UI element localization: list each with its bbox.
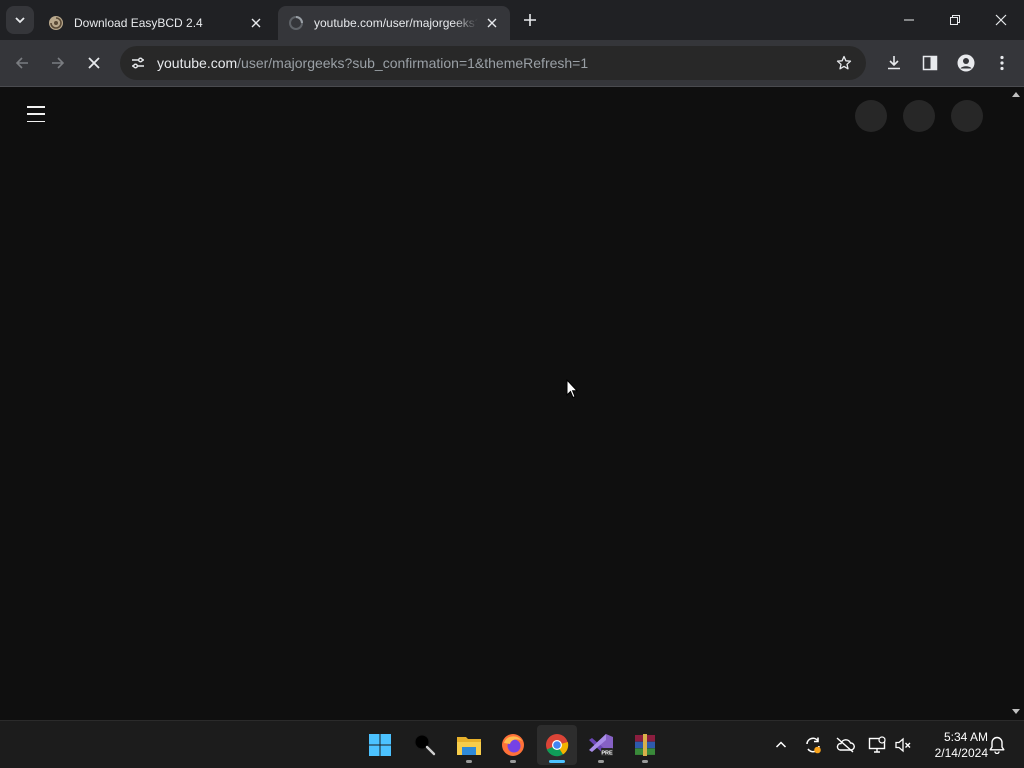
header-skeleton-circle <box>951 100 983 132</box>
profile-avatar-icon <box>957 54 975 72</box>
running-indicator <box>466 760 472 763</box>
chevron-up-icon <box>775 741 787 748</box>
clock-time: 5:34 AM <box>943 730 988 744</box>
back-button[interactable] <box>8 49 36 77</box>
download-icon <box>888 56 900 70</box>
stop-x-icon <box>88 57 100 69</box>
new-tab-button[interactable] <box>518 8 542 32</box>
mouse-pointer-icon <box>566 379 578 399</box>
browser-toolbar: youtube.com/user/majorgeeks?sub_confirma… <box>0 40 1024 87</box>
address-bar[interactable]: youtube.com/user/majorgeeks?sub_confirma… <box>120 46 866 80</box>
hamburger-line <box>27 106 45 108</box>
tray-volume[interactable] <box>891 733 915 757</box>
tab-title: Download EasyBCD 2.4 <box>74 16 203 30</box>
taskbar-winrar[interactable] <box>625 725 665 765</box>
chrome-menu-button[interactable] <box>988 49 1016 77</box>
winrar-icon <box>635 734 655 756</box>
tab-title: youtube.com/user/majorgeeks?sub_confirma… <box>314 16 478 30</box>
forward-button[interactable] <box>44 49 72 77</box>
network-disconnected-icon <box>868 736 886 753</box>
tab-easybcd[interactable]: Download EasyBCD 2.4 <box>38 6 274 40</box>
side-panel-icon <box>922 55 938 71</box>
hamburger-line <box>27 120 45 122</box>
bookmark-star-icon[interactable] <box>832 51 856 75</box>
chevron-down-icon <box>15 17 25 24</box>
taskbar-chrome[interactable] <box>537 725 577 765</box>
back-arrow-icon <box>15 57 28 69</box>
close-tab-icon[interactable] <box>484 15 500 31</box>
clock-date: 2/14/2024 <box>934 746 988 760</box>
plus-icon <box>524 14 536 26</box>
header-skeleton-circle <box>855 100 887 132</box>
start-button[interactable] <box>360 725 400 765</box>
profile-button[interactable] <box>952 49 980 77</box>
running-indicator <box>642 760 648 763</box>
taskbar-file-explorer[interactable] <box>449 725 489 765</box>
url-path: /user/majorgeeks?sub_confirmation=1&them… <box>237 55 589 71</box>
tray-sync-app[interactable] <box>801 733 825 757</box>
tab-youtube[interactable]: youtube.com/user/majorgeeks?sub_confirma… <box>278 6 510 40</box>
close-window-button[interactable] <box>978 0 1024 40</box>
site-info-tune-icon[interactable] <box>126 51 150 75</box>
tray-onedrive[interactable] <box>833 733 857 757</box>
tray-network[interactable] <box>865 733 889 757</box>
address-url[interactable]: youtube.com/user/majorgeeks?sub_confirma… <box>157 55 588 71</box>
active-indicator <box>549 760 565 763</box>
forward-arrow-icon <box>52 57 65 69</box>
screen: Download EasyBCD 2.4 youtube.com/user/ma… <box>0 0 1024 768</box>
scroll-up-arrow-icon[interactable] <box>1012 92 1020 97</box>
notifications-button[interactable] <box>985 733 1009 757</box>
guide-menu-button[interactable] <box>24 104 48 124</box>
firefox-icon <box>502 734 524 756</box>
system-clock[interactable]: 5:34 AM 2/14/2024 <box>918 729 988 761</box>
close-icon <box>995 14 1007 26</box>
restore-icon <box>950 15 960 25</box>
page-scrollbar[interactable] <box>1008 88 1024 720</box>
show-hidden-icons-button[interactable] <box>769 733 793 757</box>
puzzle-spiral-icon <box>48 15 64 31</box>
url-host: youtube.com <box>157 55 238 71</box>
scroll-down-arrow-icon[interactable] <box>1012 709 1020 714</box>
svg-text:PRE: PRE <box>601 751 613 757</box>
taskbar-visual-studio-preview[interactable]: PRE <box>581 725 621 765</box>
stop-loading-button[interactable] <box>80 49 108 77</box>
youtube-page <box>0 88 1024 720</box>
bell-icon <box>989 736 1005 754</box>
volume-muted-icon <box>895 737 911 753</box>
downloads-button[interactable] <box>880 49 908 77</box>
tab-strip: Download EasyBCD 2.4 youtube.com/user/ma… <box>0 0 1024 40</box>
sync-update-icon <box>806 737 821 754</box>
running-indicator <box>510 760 516 763</box>
windows-start-icon <box>369 734 391 756</box>
hamburger-line <box>27 113 45 115</box>
taskbar-firefox[interactable] <box>493 725 533 765</box>
header-skeleton-circle <box>903 100 935 132</box>
windows-taskbar: PRE 5:34 AM 2/14/2024 <box>0 720 1024 768</box>
onedrive-offline-icon <box>836 737 855 753</box>
tab-search-button[interactable] <box>6 6 34 34</box>
visual-studio-preview-icon: PRE <box>589 734 613 757</box>
restore-button[interactable] <box>932 0 978 40</box>
file-explorer-icon <box>457 737 481 755</box>
close-tab-icon[interactable] <box>248 15 264 31</box>
search-icon <box>414 734 436 756</box>
chrome-icon <box>546 734 569 757</box>
kebab-menu-icon <box>1000 55 1004 71</box>
taskbar-search-button[interactable] <box>405 725 445 765</box>
minimize-button[interactable] <box>886 0 932 40</box>
loading-spinner-icon <box>288 15 304 31</box>
running-indicator <box>598 760 604 763</box>
minimize-icon <box>904 19 914 21</box>
side-panel-button[interactable] <box>916 49 944 77</box>
